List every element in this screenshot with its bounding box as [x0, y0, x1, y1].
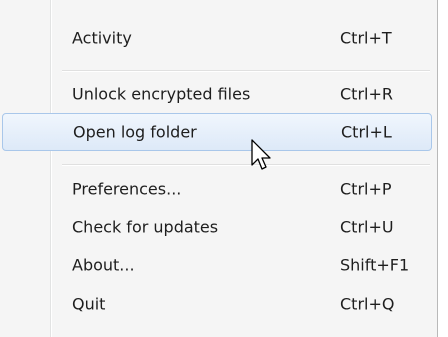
menu-item-label: Check for updates: [72, 217, 219, 237]
menu-item-about[interactable]: About... Shift+F1: [0, 246, 438, 284]
menu-item-shortcut: Shift+F1: [340, 255, 410, 275]
menu-separator: [62, 164, 430, 166]
menu-item-label: Activity: [72, 28, 132, 48]
menu-item-shortcut: Ctrl+P: [340, 179, 392, 199]
menu-item-preferences[interactable]: Preferences... Ctrl+P: [0, 170, 438, 208]
menu-item-check-for-updates[interactable]: Check for updates Ctrl+U: [0, 208, 438, 246]
arrow-pointer-icon: [251, 139, 273, 173]
screen: Activity Ctrl+T Unlock encrypted files C…: [0, 0, 448, 337]
menu-item-quit[interactable]: Quit Ctrl+Q: [0, 285, 438, 323]
menu-item-label: Preferences...: [72, 179, 182, 199]
menu-item-shortcut: Ctrl+T: [340, 28, 392, 48]
menu-separator: [62, 70, 430, 72]
menu-item-shortcut: Ctrl+Q: [340, 294, 395, 314]
menu-item-label: Quit: [72, 294, 106, 314]
menu-item-shortcut: Ctrl+R: [340, 84, 393, 104]
menu-item-label: About...: [72, 255, 135, 275]
menu-item-open-log-folder[interactable]: Open log folder Ctrl+L: [2, 113, 432, 151]
menu-item-shortcut: Ctrl+L: [341, 122, 392, 142]
menu-item-activity[interactable]: Activity Ctrl+T: [0, 19, 438, 57]
menu-item-label: Unlock encrypted files: [72, 84, 251, 104]
menu-item-shortcut: Ctrl+U: [340, 217, 394, 237]
menu-item-unlock-encrypted-files[interactable]: Unlock encrypted files Ctrl+R: [0, 75, 438, 113]
context-menu: Activity Ctrl+T Unlock encrypted files C…: [0, 0, 438, 337]
menu-item-label: Open log folder: [73, 122, 197, 142]
